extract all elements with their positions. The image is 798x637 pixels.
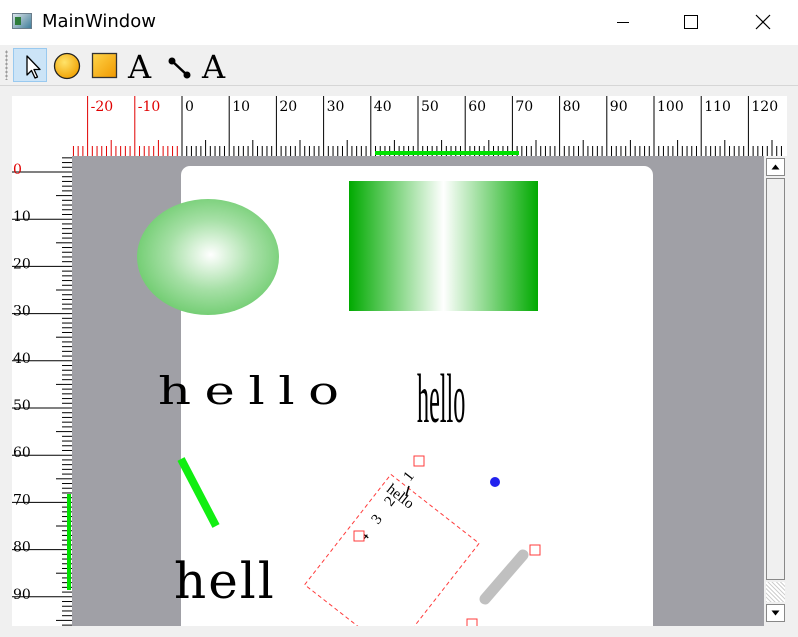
- ruler-label: 20: [279, 99, 297, 115]
- ruler-label: 80: [563, 99, 581, 115]
- minimize-icon: [617, 22, 629, 23]
- ruler-label: -10: [138, 99, 161, 115]
- ruler-label: 10: [232, 99, 250, 115]
- window-title: MainWindow: [42, 11, 156, 32]
- ruler-label: 30: [327, 99, 345, 115]
- vertical-scrollbar[interactable]: [764, 156, 787, 626]
- ellipse-tool-button[interactable]: [50, 48, 84, 82]
- rectangle-tool-button[interactable]: [88, 48, 122, 82]
- vertical-ruler-ticks: 0 10 20 30 40 50 60 70 80 90: [12, 157, 72, 626]
- triangle-down-icon: [771, 610, 780, 616]
- ruler-label: 110: [704, 99, 731, 115]
- circle-icon: [53, 52, 81, 80]
- gradient-rectangle[interactable]: [349, 181, 538, 311]
- ruler-label: 20: [13, 256, 31, 272]
- resize-handle-right[interactable]: [529, 544, 541, 556]
- canvas-view[interactable]: hello hello hell hello 1 2 3 4: [72, 156, 764, 626]
- text-icon: A: [202, 48, 226, 86]
- gray-line[interactable]: [479, 549, 529, 605]
- square-icon: [91, 52, 118, 79]
- rotate-handle[interactable]: [490, 477, 500, 487]
- ruler-label: 120: [751, 99, 778, 115]
- tall-hello-text[interactable]: hello: [417, 360, 465, 438]
- ruler-label: 30: [13, 304, 31, 320]
- horizontal-ruler: -20 -10 0 10 20 30 40 50 60 70 80 90 100 110 120: [72, 96, 787, 156]
- horizontal-ruler-ticks: -20 -10 0 10 20 30 40 50 60 70 80 90 100 110 120: [72, 96, 782, 156]
- arrow-pointer-icon: [26, 55, 41, 79]
- resize-handle-bottom[interactable]: [466, 618, 478, 626]
- text-tool-button[interactable]: A: [124, 48, 158, 86]
- select-tool-button[interactable]: [13, 48, 47, 82]
- list-item-3: 3: [369, 512, 386, 528]
- maximize-button[interactable]: [668, 0, 714, 45]
- rotated-text-item[interactable]: hello: [303, 473, 480, 626]
- app-icon: [12, 13, 32, 29]
- title-bar: MainWindow: [0, 0, 798, 45]
- gradient-ellipse[interactable]: [137, 199, 279, 315]
- scroll-thumb[interactable]: [766, 178, 785, 580]
- toolbar-grip[interactable]: [5, 50, 8, 80]
- green-line[interactable]: [177, 457, 220, 528]
- line-icon: [168, 57, 191, 79]
- resize-handle-top[interactable]: [413, 455, 425, 467]
- ruler-label: 40: [13, 351, 31, 367]
- close-button[interactable]: [740, 0, 786, 45]
- ruler-label: 50: [421, 99, 439, 115]
- ruler-label: 100: [657, 99, 684, 115]
- ruler-label: 70: [515, 99, 533, 115]
- rich-text-tool-button[interactable]: A: [198, 48, 232, 86]
- ruler-label: -20: [91, 99, 114, 115]
- ruler-label: 90: [13, 587, 31, 603]
- ruler-label: 40: [374, 99, 392, 115]
- vertical-ruler: 0 10 20 30 40 50 60 70 80 90: [12, 156, 72, 626]
- ruler-label: 60: [468, 99, 486, 115]
- scroll-track[interactable]: [766, 582, 785, 602]
- scroll-down-button[interactable]: [766, 604, 785, 622]
- resize-handle-left[interactable]: [353, 530, 365, 542]
- ruler-label: 0: [13, 162, 22, 178]
- wide-hello-text[interactable]: hello: [158, 369, 353, 414]
- triangle-up-icon: [771, 164, 780, 170]
- ruler-label: 10: [13, 209, 31, 225]
- maximize-icon: [684, 15, 698, 29]
- text-icon: A: [128, 48, 152, 86]
- list-item-1: 1: [401, 469, 418, 485]
- canvas-items: hello hello hell hello 1 2 3 4: [137, 181, 541, 626]
- minimize-button[interactable]: [600, 0, 646, 45]
- ruler-label: 80: [13, 540, 31, 556]
- ruler-label: 90: [610, 99, 628, 115]
- ruler-label: 0: [185, 99, 194, 115]
- big-hell-text[interactable]: hell: [174, 552, 276, 610]
- ruler-corner: [12, 96, 72, 156]
- ruler-label: 50: [13, 398, 31, 414]
- scroll-up-button[interactable]: [766, 158, 785, 176]
- close-icon: [755, 14, 771, 30]
- line-tool-button[interactable]: [162, 48, 196, 82]
- ruler-label: 60: [13, 445, 31, 461]
- toolbar: A A: [0, 45, 798, 86]
- ruler-label: 70: [13, 492, 31, 508]
